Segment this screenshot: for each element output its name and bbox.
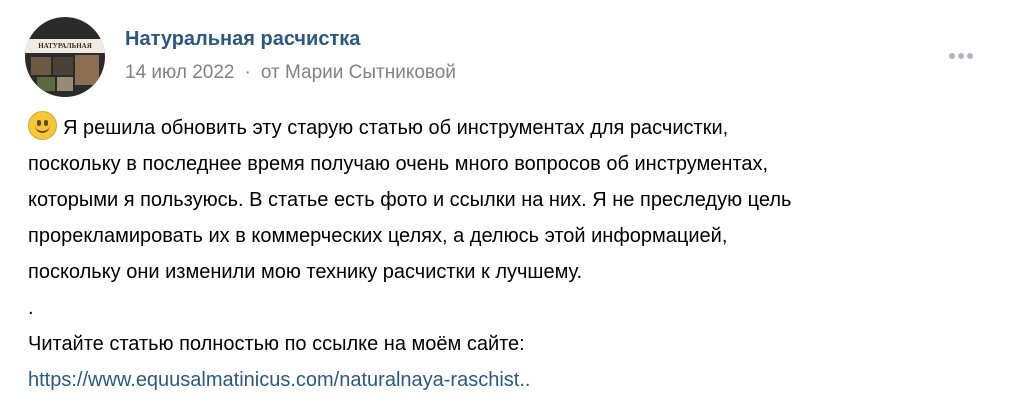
post-text-line: . xyxy=(28,297,34,319)
more-dot xyxy=(967,53,973,59)
community-name-link[interactable]: Натуральная расчистка xyxy=(125,26,360,52)
post-text-line: поскольку они изменили мою технику расчи… xyxy=(28,261,583,283)
post-text-line-content: Я решила обновить эту старую статью об и… xyxy=(63,117,729,139)
meta-separator: · xyxy=(244,62,251,83)
post-signer[interactable]: от Марии Сытниковой xyxy=(261,62,456,83)
post-text-line: поскольку в последнее время получаю очен… xyxy=(28,153,769,175)
post-text: Я решила обновить эту старую статью об и… xyxy=(28,110,988,398)
more-dot xyxy=(958,53,964,59)
wall-post: НАТУРАЛЬНАЯ РАСЧИСТКА Натуральная расчис… xyxy=(0,0,1010,414)
avatar-photo xyxy=(75,55,99,85)
avatar-photo xyxy=(53,57,73,75)
article-link[interactable]: https://www.equusalmatinicus.com/natural… xyxy=(28,369,530,391)
read-more-text: Читайте статью полностью по ссылке на мо… xyxy=(28,333,525,355)
avatar-photo xyxy=(57,77,73,91)
slightly-smiling-face-icon xyxy=(28,111,57,140)
post-text-line: которыми я пользуюсь. В статье есть фото… xyxy=(28,189,792,211)
post-meta: 14 июл 2022 · от Марии Сытниковой xyxy=(125,60,456,86)
avatar-caption: НАТУРАЛЬНАЯ РАСЧИСТКА xyxy=(38,42,92,64)
post-text-line: прорекламировать их в коммерческих целях… xyxy=(28,225,728,247)
avatar-photo xyxy=(31,57,51,75)
post-date[interactable]: 14 июл 2022 xyxy=(125,62,235,83)
avatar-photo xyxy=(37,77,55,91)
post-text-line: Я решила обновить эту старую статью об и… xyxy=(28,110,988,146)
more-dot xyxy=(949,53,955,59)
post-link-line: https://www.equusalmatinicus.com/natural… xyxy=(28,362,988,398)
more-options-icon[interactable] xyxy=(946,44,976,68)
community-avatar[interactable]: НАТУРАЛЬНАЯ РАСЧИСТКА xyxy=(25,17,105,97)
